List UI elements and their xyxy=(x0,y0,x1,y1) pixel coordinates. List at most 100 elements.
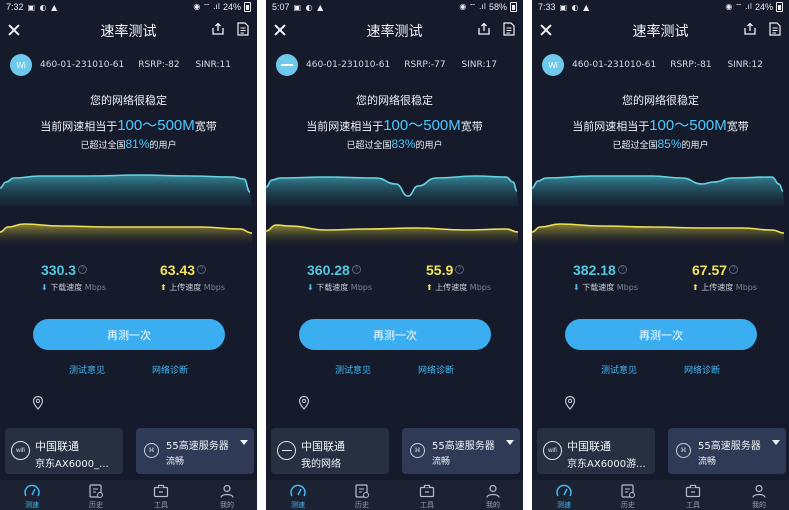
share-icon[interactable] xyxy=(211,22,225,36)
tab-label: 我的 xyxy=(220,501,234,509)
server-name: 55高速服务器 xyxy=(166,441,229,452)
download-area xyxy=(532,176,784,206)
sinr-value: SINR:12 xyxy=(727,60,763,70)
download-arrow-icon: ⬇ xyxy=(307,283,314,292)
tab-profile[interactable]: 我的 xyxy=(744,484,774,510)
diagnose-link[interactable]: 网络诊断 xyxy=(684,363,720,376)
help-icon[interactable]: ? xyxy=(197,265,207,274)
help-icon[interactable]: ? xyxy=(617,265,627,274)
ranking-prefix: 已超过全国 xyxy=(80,141,126,151)
status-time: 7:33 xyxy=(538,2,556,12)
isp-card[interactable]: 中国联通 我的网络 xyxy=(271,428,389,474)
tab-label: 测速 xyxy=(557,501,571,509)
chevron-down-icon[interactable] xyxy=(772,440,780,445)
network-type-icon: Wi xyxy=(10,54,32,76)
document-icon[interactable] xyxy=(769,22,781,36)
globe-icon: ⌘ xyxy=(676,443,691,458)
status-right: ◉ ⌔ .ıl 58% xyxy=(459,2,517,12)
tab-label: 我的 xyxy=(486,501,500,509)
server-status: 流畅 xyxy=(432,457,451,467)
server-selector[interactable]: ⌘ 55高速服务器 流畅 xyxy=(402,428,520,474)
status-bar: 7:32 ▣ ◐ ▲ ◉ ⌔ .ıl 24% xyxy=(0,0,257,14)
tab-speedtest[interactable]: 测速 xyxy=(283,484,313,510)
speedometer-icon xyxy=(24,484,40,497)
chevron-down-icon[interactable] xyxy=(240,440,248,445)
isp-card[interactable]: wifi 中国联通 京东AX6000游... xyxy=(537,428,655,474)
network-type-icon: Wi xyxy=(542,54,564,76)
help-icon[interactable]: ? xyxy=(351,265,361,274)
tab-speedtest[interactable]: 测速 xyxy=(549,484,579,510)
status-time: 5:07 xyxy=(272,2,290,12)
download-speed-label: ⬇ 下载速度 Mbps xyxy=(307,283,373,292)
server-selector[interactable]: ⌘ 55高速服务器 流畅 xyxy=(136,428,254,474)
feedback-link[interactable]: 测试意见 xyxy=(69,363,105,376)
isp-name: 中国联通 xyxy=(35,440,79,453)
cell-id: 460-01-231010-61 xyxy=(40,60,125,70)
upload-speed-label: ⬆ 上传速度 Mbps xyxy=(160,283,226,292)
battery-percent: 24% xyxy=(754,2,773,12)
chevron-down-icon[interactable] xyxy=(506,440,514,445)
speedometer-icon xyxy=(556,484,572,497)
tab-label: 测速 xyxy=(291,501,305,509)
tab-tools[interactable]: 工具 xyxy=(678,484,708,510)
document-icon[interactable] xyxy=(503,22,515,36)
diagnose-link[interactable]: 网络诊断 xyxy=(152,363,188,376)
speedtest-screen-1: 7:32 ▣ ◐ ▲ ◉ ⌔ .ıl 24% 速率测试 Wi 460-01-23… xyxy=(0,0,257,510)
bottom-tab-bar: 测速 历史 工具 我的 xyxy=(532,480,789,510)
tab-history[interactable]: 历史 xyxy=(81,484,111,510)
retest-button[interactable]: 再测一次 xyxy=(33,319,225,350)
tab-tools[interactable]: 工具 xyxy=(412,484,442,510)
tab-profile[interactable]: 我的 xyxy=(212,484,242,510)
tab-label: 历史 xyxy=(89,501,103,509)
user-icon xyxy=(752,484,766,498)
help-icon[interactable]: ? xyxy=(78,265,88,274)
tab-label: 历史 xyxy=(355,501,369,509)
battery-percent: 24% xyxy=(222,2,241,12)
wifi-icon: wifi xyxy=(543,441,562,460)
rsrp-value: RSRP:-82 xyxy=(138,60,180,70)
help-icon[interactable]: ? xyxy=(729,265,739,274)
share-icon[interactable] xyxy=(743,22,757,36)
tab-history[interactable]: 历史 xyxy=(347,484,377,510)
equivalent-prefix: 当前网速相当于 xyxy=(306,120,384,133)
network-type-icon xyxy=(276,54,298,76)
notification-icons: ▣ ◐ ▲ xyxy=(27,2,59,12)
download-speed-value: 330.3? xyxy=(41,262,106,278)
network-name: 我的网络 xyxy=(301,459,341,470)
equivalent-speed-message: 当前网速相当于100～500M宽带 xyxy=(266,114,523,135)
upload-speed-value: 55.9? xyxy=(426,262,491,278)
feedback-link[interactable]: 测试意见 xyxy=(335,363,371,376)
upload-arrow-icon: ⬆ xyxy=(426,283,433,292)
document-icon[interactable] xyxy=(237,22,249,36)
server-status: 流畅 xyxy=(166,457,185,467)
upload-arrow-icon: ⬆ xyxy=(160,283,167,292)
toolbox-icon xyxy=(153,484,169,498)
equivalent-speed-value: 100～500M xyxy=(117,117,195,134)
download-result: 360.28? ⬇ 下载速度 Mbps xyxy=(307,262,372,293)
tab-history[interactable]: 历史 xyxy=(613,484,643,510)
status-right: ◉ ⌔ .ıl 24% xyxy=(725,2,783,12)
ranking-percent: 83% xyxy=(391,137,416,151)
tab-tools[interactable]: 工具 xyxy=(146,484,176,510)
speed-chart xyxy=(532,175,785,244)
diagnose-link[interactable]: 网络诊断 xyxy=(418,363,454,376)
isp-name: 中国联通 xyxy=(567,440,611,453)
retest-button[interactable]: 再测一次 xyxy=(299,319,491,350)
ranking-message: 已超过全国81%的用户 xyxy=(0,137,257,151)
help-icon[interactable]: ? xyxy=(455,265,465,274)
feedback-link[interactable]: 测试意见 xyxy=(601,363,637,376)
isp-card[interactable]: wifi 中国联通 京东AX6000_... xyxy=(5,428,123,474)
equivalent-suffix: 宽带 xyxy=(194,120,217,133)
location-pin-icon xyxy=(298,396,310,410)
download-speed-label: ⬇ 下载速度 Mbps xyxy=(41,283,107,292)
tab-speedtest[interactable]: 测速 xyxy=(17,484,47,510)
equivalent-suffix: 宽带 xyxy=(460,120,483,133)
battery-icon xyxy=(776,2,783,12)
server-selector[interactable]: ⌘ 55高速服务器 流畅 xyxy=(668,428,786,474)
status-bar: 7:33 ▣ ◐ ▲ ◉ ⌔ .ıl 24% xyxy=(532,0,789,14)
tab-profile[interactable]: 我的 xyxy=(478,484,508,510)
upload-result: 63.43? ⬆ 上传速度 Mbps xyxy=(160,262,225,293)
equivalent-speed-message: 当前网速相当于100～500M宽带 xyxy=(532,114,789,135)
retest-button[interactable]: 再测一次 xyxy=(565,319,757,350)
share-icon[interactable] xyxy=(477,22,491,36)
